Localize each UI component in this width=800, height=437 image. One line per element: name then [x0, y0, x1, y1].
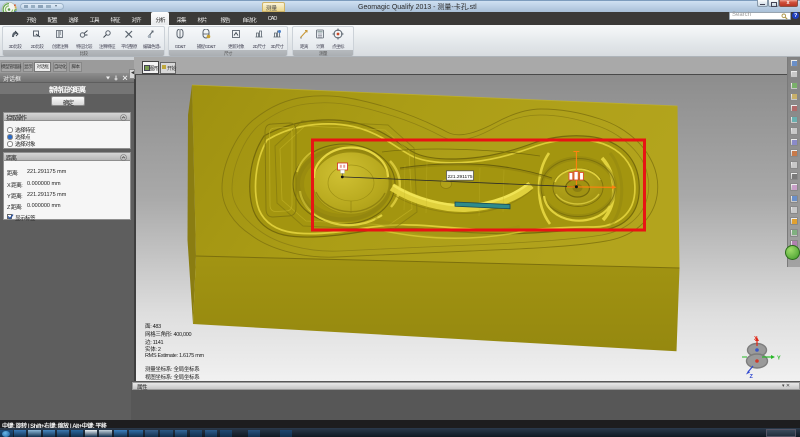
- svg-text:X: X: [754, 336, 758, 342]
- svg-text:Z: Z: [750, 374, 754, 380]
- svg-text:221.291175: 221.291175: [448, 174, 473, 180]
- svg-text:Y: Y: [777, 356, 781, 362]
